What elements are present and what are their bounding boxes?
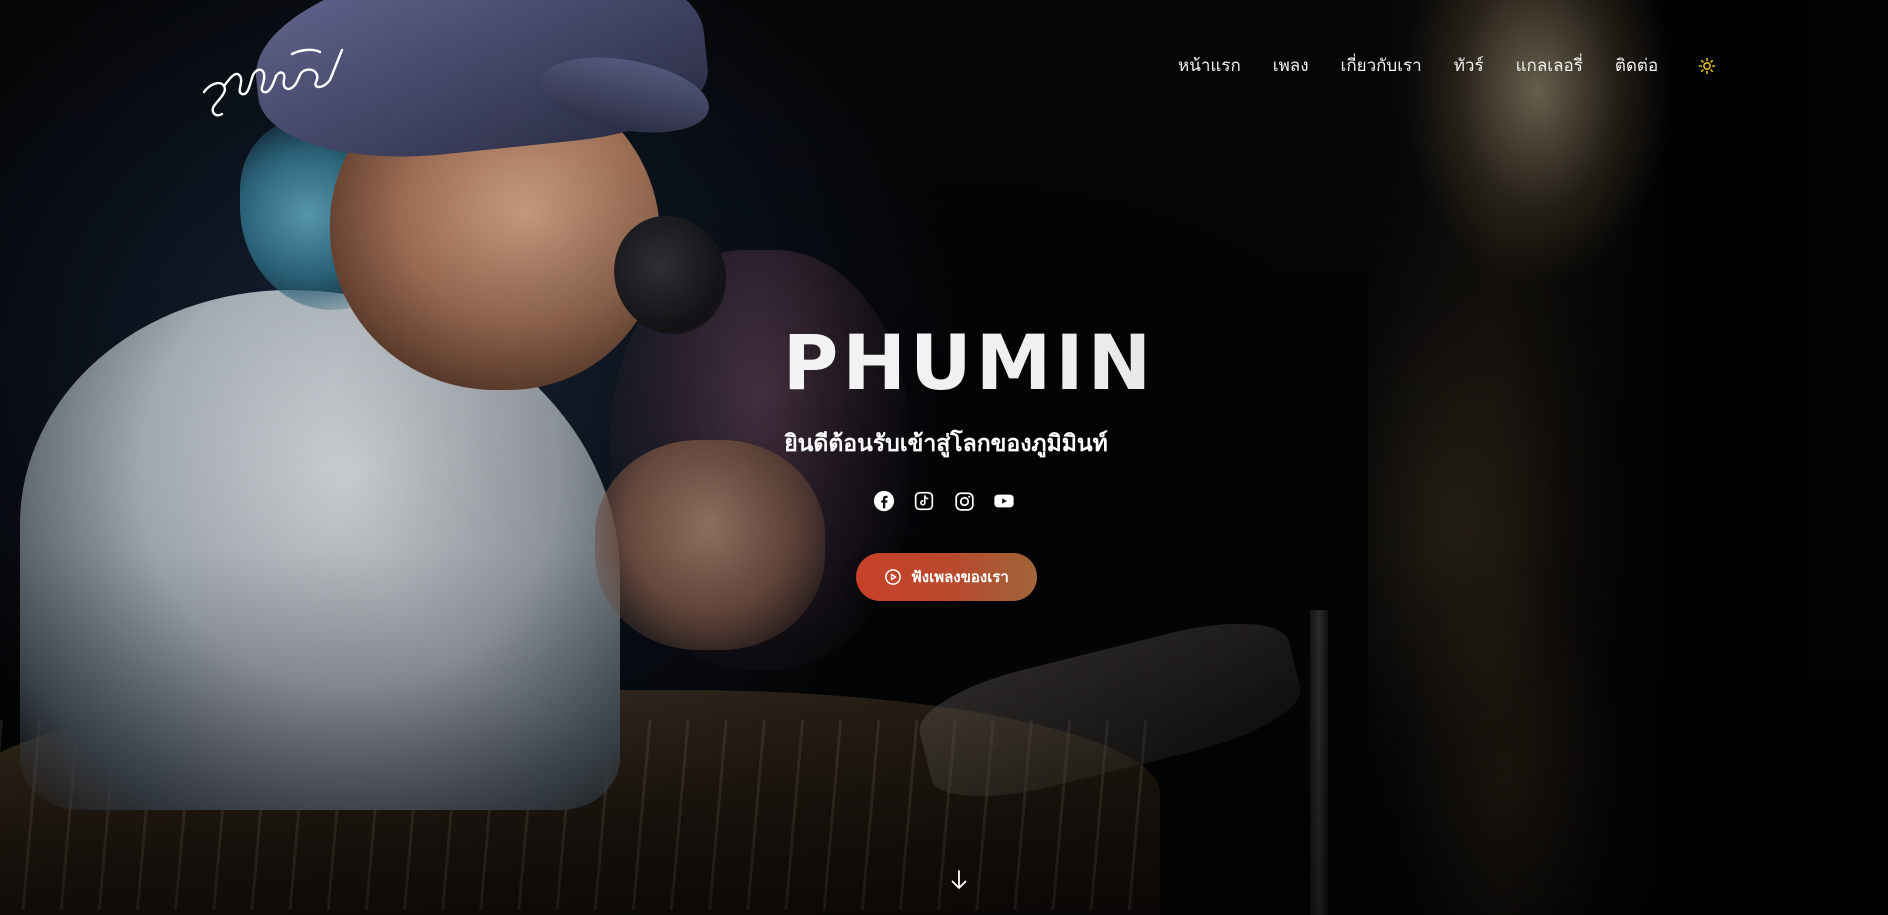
logo-signature-icon xyxy=(202,48,344,117)
instagram-icon xyxy=(954,491,974,511)
facebook-icon xyxy=(873,490,895,512)
listen-music-button[interactable]: ฟังเพลงของเรา xyxy=(856,553,1037,601)
nav-item-contact[interactable]: ติดต่อ xyxy=(1615,52,1658,79)
listen-music-label: ฟังเพลงของเรา xyxy=(911,568,1009,586)
sun-icon xyxy=(1698,57,1716,74)
nav-item-home[interactable]: หน้าแรก xyxy=(1178,52,1241,79)
tiktok-link[interactable] xyxy=(912,488,936,514)
facebook-link[interactable] xyxy=(872,488,896,514)
nav-item-songs[interactable]: เพลง xyxy=(1273,52,1309,79)
site-logo[interactable] xyxy=(196,40,346,124)
hero-subtitle: ยินดีต้อนรับเข้าสู่โลกของภูมิมินท์ xyxy=(784,431,1108,457)
scroll-down-button[interactable] xyxy=(947,868,971,894)
main-nav: หน้าแรก เพลง เกี่ยวกับเรา ทัวร์ แกลเลอรี… xyxy=(1178,52,1720,79)
youtube-icon xyxy=(994,494,1014,508)
instagram-link[interactable] xyxy=(952,488,976,514)
nav-item-about[interactable]: เกี่ยวกับเรา xyxy=(1341,52,1422,79)
arrow-down-icon xyxy=(951,870,967,889)
nav-item-gallery[interactable]: แกลเลอรี่ xyxy=(1516,52,1583,79)
theme-toggle-button[interactable] xyxy=(1694,53,1720,79)
tiktok-icon xyxy=(914,491,934,511)
nav-item-tour[interactable]: ทัวร์ xyxy=(1454,52,1484,79)
youtube-link[interactable] xyxy=(992,488,1016,514)
play-circle-icon xyxy=(885,569,902,585)
social-links xyxy=(0,488,1888,514)
hero-title: PHUMIN xyxy=(0,318,1888,407)
